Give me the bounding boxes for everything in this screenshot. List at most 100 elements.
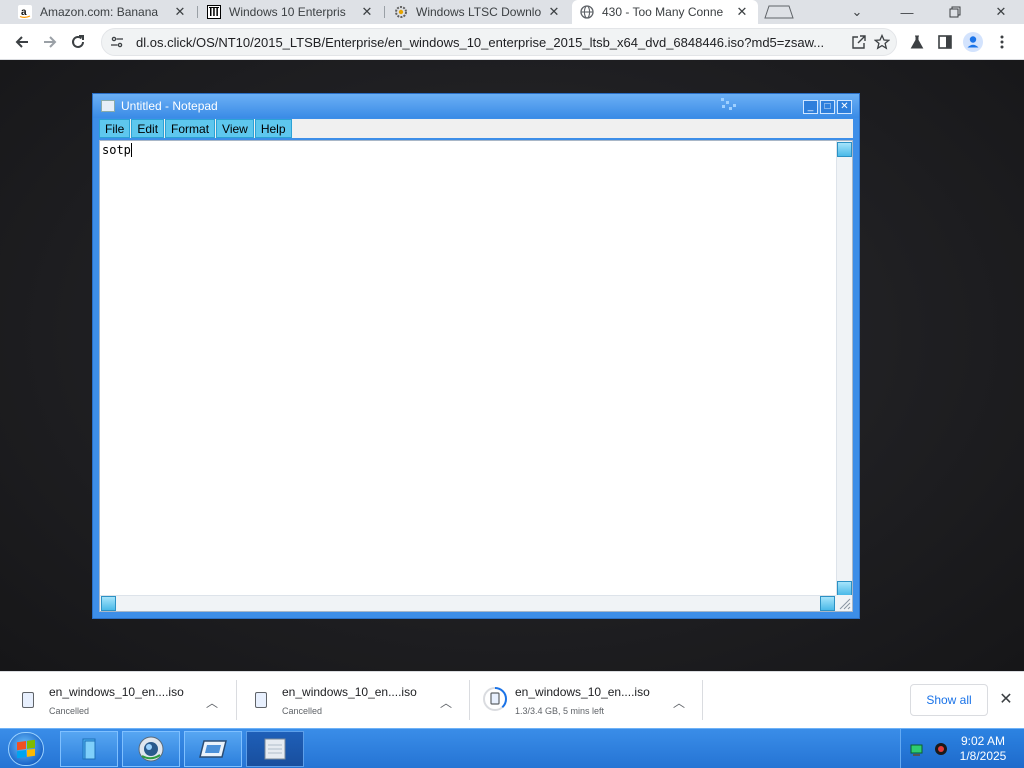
tab-windows-ltsc-download[interactable]: Windows LTSC Downlo ✕ — [386, 0, 570, 24]
scroll-up-button[interactable] — [837, 142, 852, 157]
scroll-left-button[interactable] — [101, 596, 116, 611]
restore-icon[interactable] — [944, 0, 966, 24]
tab-divider — [384, 6, 385, 18]
side-panel-icon[interactable] — [935, 32, 955, 52]
download-item[interactable]: en_windows_10_en....iso Cancelled ︿ — [22, 680, 232, 722]
system-clock[interactable]: 9:02 AM 1/8/2025 — [950, 734, 1016, 764]
windows-logo-icon — [17, 739, 35, 759]
chevron-up-icon[interactable]: ︿ — [672, 694, 686, 711]
start-button[interactable] — [8, 732, 44, 766]
close-window-icon[interactable]: ✕ — [990, 0, 1012, 24]
gear-icon — [394, 5, 408, 19]
text-caret — [130, 143, 132, 157]
download-item-in-progress[interactable]: en_windows_10_en....iso 1.3/3.4 GB, 5 mi… — [482, 680, 692, 722]
tab-title: 430 - Too Many Conne — [602, 5, 724, 19]
menu-view[interactable]: View — [216, 119, 254, 138]
notepad-taskbar-icon — [264, 738, 286, 760]
tab-close-icon[interactable]: ✕ — [546, 4, 562, 20]
scroll-right-button[interactable] — [820, 596, 835, 611]
labs-flask-icon[interactable] — [907, 32, 927, 52]
menu-file[interactable]: File — [99, 119, 131, 138]
file-icon — [255, 692, 267, 708]
notepad-window: Untitled - Notepad _ □ ✕ File Edit Forma… — [92, 93, 860, 619]
archive-icon — [207, 5, 221, 19]
download-filename: en_windows_10_en....iso — [49, 685, 184, 699]
download-status: Cancelled — [282, 706, 323, 716]
divider — [469, 680, 470, 720]
share-icon[interactable] — [852, 35, 870, 49]
tab-search-chevron-down-icon[interactable]: ⌄ — [846, 0, 868, 24]
notepad-maximize-icon[interactable]: □ — [820, 100, 835, 114]
volume-icon[interactable] — [933, 741, 949, 757]
minimize-icon[interactable]: — — [896, 0, 918, 24]
more-menu-icon[interactable] — [992, 32, 1012, 52]
new-tab-button[interactable] — [762, 0, 796, 24]
clock-date: 1/8/2025 — [959, 749, 1007, 763]
window-title: Untitled - Notepad — [121, 99, 218, 113]
tab-close-icon[interactable]: ✕ — [359, 4, 375, 20]
amazon-icon: a — [18, 5, 32, 19]
menu-format[interactable]: Format — [165, 119, 216, 138]
tab-close-icon[interactable]: ✕ — [172, 4, 188, 20]
taskbar-file-explorer[interactable] — [60, 731, 118, 767]
show-all-button[interactable]: Show all — [910, 684, 988, 716]
notepad-minimize-icon[interactable]: _ — [803, 100, 818, 114]
notepad-content: sotp — [102, 143, 132, 157]
menu-edit[interactable]: Edit — [131, 119, 165, 138]
divider — [702, 680, 703, 720]
tab-430-too-many-connections[interactable]: 430 - Too Many Conne ✕ — [572, 0, 758, 24]
download-filename: en_windows_10_en....iso — [515, 685, 650, 699]
taskbar-drive-app[interactable] — [184, 731, 242, 767]
network-icon[interactable] — [909, 741, 925, 757]
tab-divider — [197, 6, 198, 18]
typed-text: sotp — [102, 143, 131, 157]
download-filename: en_windows_10_en....iso — [282, 685, 417, 699]
forward-arrow-icon[interactable] — [38, 30, 62, 54]
download-bar: en_windows_10_en....iso Cancelled ︿ en_w… — [0, 671, 1024, 728]
divider — [236, 680, 237, 720]
profile-avatar-icon[interactable] — [963, 32, 983, 52]
tab-windows-10-enterprise[interactable]: Windows 10 Enterpris ✕ — [199, 0, 383, 24]
tab-amazon[interactable]: a Amazon.com: Banana ✕ — [10, 0, 196, 24]
file-icon — [22, 692, 34, 708]
browser-icon — [138, 736, 164, 762]
tab-title: Amazon.com: Banana — [40, 5, 159, 19]
clock-time: 9:02 AM — [960, 734, 1006, 748]
notepad-close-icon[interactable]: ✕ — [837, 100, 852, 114]
notepad-title-bar[interactable]: Untitled - Notepad _ □ ✕ — [93, 94, 859, 118]
menu-help[interactable]: Help — [254, 119, 292, 138]
tab-title: Windows 10 Enterpris — [229, 5, 346, 19]
tab-title: Windows LTSC Downlo — [416, 5, 542, 19]
tab-close-icon[interactable]: ✕ — [734, 4, 750, 20]
horizontal-scrollbar[interactable] — [100, 595, 836, 611]
window-decoration-icon — [721, 98, 736, 110]
reload-icon[interactable] — [66, 30, 90, 54]
download-progress-ring-icon — [483, 687, 507, 711]
download-item[interactable]: en_windows_10_en....iso Cancelled ︿ — [255, 680, 465, 722]
address-bar[interactable]: dl.os.click/OS/NT10/2015_LTSB/Enterprise… — [101, 28, 897, 56]
browser-tab-strip: a Amazon.com: Banana ✕ Windows 10 Enterp… — [0, 0, 1024, 24]
taskbar-notepad[interactable] — [246, 731, 304, 767]
chevron-up-icon[interactable]: ︿ — [205, 694, 219, 711]
resize-grip-icon[interactable] — [836, 595, 852, 611]
download-status: Cancelled — [49, 706, 90, 716]
vertical-scrollbar[interactable] — [836, 141, 852, 597]
scroll-down-button[interactable] — [837, 581, 852, 596]
drive-icon — [199, 740, 227, 758]
chevron-up-icon[interactable]: ︿ — [439, 694, 453, 711]
download-status: 1.3/3.4 GB, 5 mins left — [515, 706, 605, 716]
globe-icon — [580, 5, 594, 19]
close-download-bar-icon[interactable]: ✕ — [996, 690, 1016, 710]
notepad-app-icon — [101, 100, 115, 112]
notepad-text-area[interactable]: sotp — [99, 140, 853, 612]
svg-text:a: a — [21, 7, 27, 18]
notepad-menu-bar: File Edit Format View Help — [99, 119, 853, 138]
site-info-icon[interactable] — [110, 35, 126, 49]
url-text: dl.os.click/OS/NT10/2015_LTSB/Enterprise… — [136, 34, 825, 50]
taskbar-browser[interactable] — [122, 731, 180, 767]
taskbar: 9:02 AM 1/8/2025 — [0, 728, 1024, 768]
browser-toolbar: dl.os.click/OS/NT10/2015_LTSB/Enterprise… — [0, 24, 1024, 60]
back-arrow-icon[interactable] — [10, 30, 34, 54]
bookmark-star-icon[interactable] — [874, 34, 896, 50]
folder-icon — [82, 738, 96, 760]
